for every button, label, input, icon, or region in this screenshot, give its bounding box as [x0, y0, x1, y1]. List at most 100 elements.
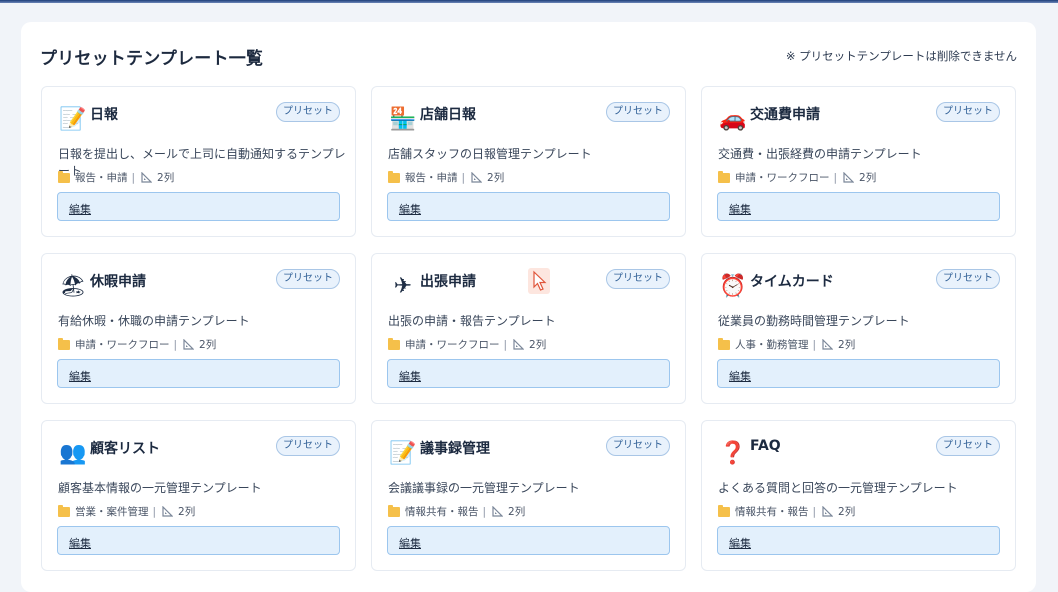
memo-icon: 📝 — [389, 441, 417, 466]
template-card: 🏪 店舗日報 プリセット 店舗スタッフの日報管理テンプレート 報告・申請 | 2… — [371, 86, 686, 237]
preset-badge: プリセット — [276, 436, 340, 456]
convenience-store-icon: 🏪 — [389, 107, 417, 132]
edit-button[interactable]: 編集 — [717, 359, 1000, 388]
edit-label[interactable]: 編集 — [69, 201, 91, 217]
template-meta: 人事・勤務管理 | 2列 — [718, 337, 855, 352]
preset-badge: プリセット — [276, 269, 340, 289]
template-description: 顧客基本情報の一元管理テンプレート — [58, 481, 262, 495]
edit-button[interactable]: 編集 — [387, 526, 670, 555]
edit-label[interactable]: 編集 — [399, 535, 421, 551]
template-meta: 報告・申請 | 2列 — [58, 170, 174, 185]
template-columns: 2列 — [178, 506, 196, 518]
folder-icon — [718, 337, 730, 350]
edit-label[interactable]: 編集 — [399, 201, 421, 217]
memo-icon: 📝 — [59, 107, 87, 132]
template-columns: 2列 — [838, 339, 856, 351]
template-title: 議事録管理 — [420, 441, 490, 457]
template-columns: 2列 — [859, 172, 877, 184]
template-title: 休暇申請 — [90, 274, 146, 290]
meta-separator: | — [812, 338, 817, 351]
edit-label[interactable]: 編集 — [729, 368, 751, 384]
folder-icon — [388, 504, 400, 517]
edit-button[interactable]: 編集 — [717, 192, 1000, 221]
template-description: 有給休暇・休職の申請テンプレート — [58, 314, 250, 328]
folder-icon — [388, 337, 400, 350]
edit-button[interactable]: 編集 — [57, 359, 340, 388]
preset-template-panel: プリセットテンプレート一覧 ※ プリセットテンプレートは削除できません 📝 日報… — [21, 22, 1036, 592]
preset-badge: プリセット — [276, 102, 340, 122]
template-card: 🚗 交通費申請 プリセット 交通費・出張経費の申請テンプレート 申請・ワークフロ… — [701, 86, 1016, 237]
edit-label[interactable]: 編集 — [729, 535, 751, 551]
template-card: ⏰ タイムカード プリセット 従業員の勤務時間管理テンプレート 人事・勤務管理 … — [701, 253, 1016, 404]
triangle-ruler-icon — [843, 172, 855, 183]
beach-umbrella-icon: 🏖 — [59, 274, 87, 299]
template-meta: 申請・ワークフロー | 2列 — [58, 337, 216, 352]
template-columns: 2列 — [838, 506, 856, 518]
pointer-cursor-icon — [528, 268, 550, 294]
template-meta: 情報共有・報告 | 2列 — [718, 504, 855, 519]
triangle-ruler-icon — [822, 506, 834, 517]
car-icon: 🚗 — [719, 107, 747, 132]
template-columns: 2列 — [157, 172, 175, 184]
edit-label[interactable]: 編集 — [399, 368, 421, 384]
edit-button[interactable]: 編集 — [57, 526, 340, 555]
template-card: ❓ FAQ プリセット よくある質問と回答の一元管理テンプレート 情報共有・報告… — [701, 420, 1016, 571]
folder-icon — [58, 170, 70, 183]
template-meta: 申請・ワークフロー | 2列 — [388, 337, 546, 352]
template-description: 交通費・出張経費の申請テンプレート — [718, 147, 922, 161]
template-title: タイムカード — [750, 274, 834, 290]
triangle-ruler-icon — [141, 172, 153, 183]
triangle-ruler-icon — [492, 506, 504, 517]
folder-icon — [58, 337, 70, 350]
preset-badge: プリセット — [606, 436, 670, 456]
triangle-ruler-icon — [513, 339, 525, 350]
folder-icon — [718, 504, 730, 517]
template-category: 申請・ワークフロー — [405, 339, 500, 351]
template-meta: 報告・申請 | 2列 — [388, 170, 504, 185]
edit-label[interactable]: 編集 — [69, 535, 91, 551]
edit-label[interactable]: 編集 — [69, 368, 91, 384]
template-description: 従業員の勤務時間管理テンプレート — [718, 314, 910, 328]
meta-separator: | — [812, 505, 817, 518]
preset-badge: プリセット — [606, 269, 670, 289]
delete-note: ※ プリセットテンプレートは削除できません — [785, 49, 1017, 63]
template-category: 報告・申請 — [405, 172, 458, 184]
template-title: 日報 — [90, 107, 118, 123]
template-description: 会議議事録の一元管理テンプレート — [388, 481, 580, 495]
edit-button[interactable]: 編集 — [57, 192, 340, 221]
template-category: 人事・勤務管理 — [735, 339, 809, 351]
template-category: 営業・案件管理 — [75, 506, 149, 518]
template-meta: 営業・案件管理 | 2列 — [58, 504, 195, 519]
template-card: 🏖 休暇申請 プリセット 有給休暇・休職の申請テンプレート 申請・ワークフロー … — [41, 253, 356, 404]
preset-badge: プリセット — [936, 102, 1000, 122]
template-description: 出張の申請・報告テンプレート — [388, 314, 556, 328]
template-description: よくある質問と回答の一元管理テンプレート — [718, 481, 958, 495]
page-title: プリセットテンプレート一覧 — [40, 49, 264, 69]
triangle-ruler-icon — [183, 339, 195, 350]
folder-icon — [58, 504, 70, 517]
edit-label[interactable]: 編集 — [729, 201, 751, 217]
template-category: 情報共有・報告 — [735, 506, 809, 518]
preset-badge: プリセット — [936, 436, 1000, 456]
folder-icon — [388, 170, 400, 183]
template-title: 店舗日報 — [420, 107, 476, 123]
meta-separator: | — [503, 338, 508, 351]
template-description: 店舗スタッフの日報管理テンプレート — [388, 147, 592, 161]
users-icon: 👥 — [59, 441, 87, 466]
template-card: 👥 顧客リスト プリセット 顧客基本情報の一元管理テンプレート 営業・案件管理 … — [41, 420, 356, 571]
triangle-ruler-icon — [822, 339, 834, 350]
template-columns: 2列 — [508, 506, 526, 518]
edit-button[interactable]: 編集 — [387, 192, 670, 221]
template-title: 顧客リスト — [90, 441, 160, 457]
meta-separator: | — [152, 505, 157, 518]
meta-separator: | — [461, 171, 466, 184]
template-category: 報告・申請 — [75, 172, 128, 184]
template-title: FAQ — [750, 438, 781, 454]
template-title: 交通費申請 — [750, 107, 820, 123]
edit-button[interactable]: 編集 — [387, 359, 670, 388]
template-category: 申請・ワークフロー — [735, 172, 830, 184]
question-mark-icon: ❓ — [719, 441, 747, 466]
edit-button[interactable]: 編集 — [717, 526, 1000, 555]
meta-separator: | — [131, 171, 136, 184]
folder-icon — [718, 170, 730, 183]
